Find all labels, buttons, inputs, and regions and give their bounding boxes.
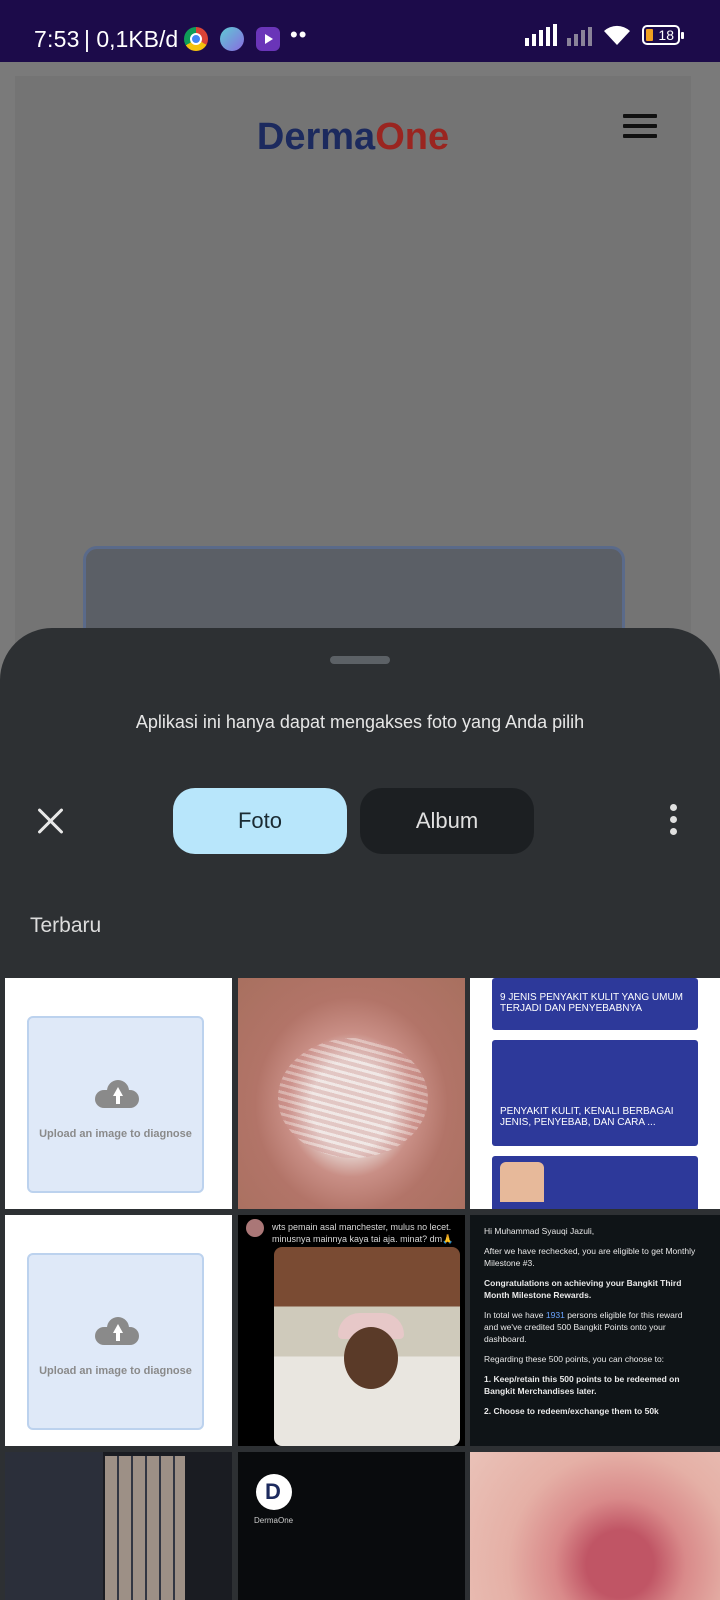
upload-text: Upload an image to diagnose	[39, 1128, 192, 1140]
status-bar: 7:53 | 0,1KB/d •• 18	[0, 0, 720, 62]
dermaone-app-icon	[256, 1474, 292, 1510]
photo-thumbnail[interactable]: wts pemain asal manchester, mulus no lec…	[238, 1215, 465, 1446]
email-screenshot: Hi Muhammad Syauqi Jazuli, After we have…	[484, 1225, 696, 1425]
signal-off-icon	[567, 24, 592, 46]
overflow-dots: ••	[290, 22, 308, 47]
hands-image	[500, 1162, 544, 1202]
logo-part-one: One	[375, 116, 450, 158]
article-card	[492, 1156, 698, 1209]
tweet-photo	[274, 1247, 460, 1446]
battery-level: 18	[658, 27, 674, 43]
webpage-background: DermaOne	[15, 76, 691, 752]
signal-icon	[525, 24, 557, 46]
tweet-text: wts pemain asal manchester, mulus no lec…	[272, 1222, 454, 1244]
email-line: In total we have 1931 persons eligible f…	[484, 1310, 683, 1344]
more-options-icon[interactable]	[666, 804, 680, 838]
close-icon[interactable]	[36, 806, 66, 836]
media-icon	[256, 27, 280, 51]
photo-thumbnail[interactable]: Upload an image to diagnose	[5, 978, 232, 1209]
email-greeting: Hi Muhammad Syauqi Jazuli,	[484, 1226, 595, 1236]
tab-album[interactable]: Album	[360, 788, 534, 854]
section-label-recent: Terbaru	[30, 914, 102, 937]
tab-foto[interactable]: Foto	[173, 788, 347, 854]
chrome-icon	[184, 27, 208, 51]
photo-thumbnail[interactable]	[238, 978, 465, 1209]
upload-placeholder: Upload an image to diagnose	[27, 1253, 204, 1430]
email-option: 1. Keep/retain this 500 points to be red…	[484, 1374, 680, 1396]
battery-icon: 18	[642, 25, 684, 45]
menu-icon[interactable]	[623, 114, 657, 144]
upload-placeholder: Upload an image to diagnose	[27, 1016, 204, 1193]
status-right: 18	[525, 24, 684, 46]
photo-thumbnail[interactable]: 9 JENIS PENYAKIT KULIT YANG UMUM TERJADI…	[470, 978, 720, 1209]
email-option: 2. Choose to redeem/exchange them to 50k	[484, 1406, 659, 1416]
app-label: DermaOne	[254, 1516, 294, 1525]
avatar	[246, 1219, 264, 1237]
upload-cloud-icon	[95, 1317, 139, 1345]
email-line: Congratulations on achieving your Bangki…	[484, 1278, 682, 1300]
dermaone-logo[interactable]: DermaOne	[15, 116, 691, 159]
article-card: PENYAKIT KULIT, KENALI BERBAGAI JENIS, P…	[492, 1040, 698, 1146]
network-speed: | 0,1KB/d	[84, 26, 179, 52]
notification-icons	[184, 27, 280, 51]
app-icon	[220, 27, 244, 51]
wifi-icon	[604, 25, 630, 45]
article-card: 9 JENIS PENYAKIT KULIT YANG UMUM TERJADI…	[492, 978, 698, 1030]
photo-thumbnail[interactable]: DermaOne	[238, 1452, 465, 1600]
photo-thumbnail[interactable]	[470, 1452, 720, 1600]
logo-part-derma: Derma	[256, 116, 376, 158]
upload-cloud-icon	[95, 1080, 139, 1108]
photo-thumbnail[interactable]: Hi Muhammad Syauqi Jazuli, After we have…	[470, 1215, 720, 1446]
access-message: Aplikasi ini hanya dapat mengakses foto …	[135, 712, 585, 732]
email-line: After we have rechecked, you are eligibl…	[484, 1246, 696, 1268]
photo-picker-sheet: Aplikasi ini hanya dapat mengakses foto …	[0, 628, 720, 1600]
photo-thumbnail[interactable]	[5, 1452, 232, 1600]
status-time: 7:53	[34, 26, 80, 52]
drag-handle[interactable]	[330, 656, 390, 664]
photo-thumbnail[interactable]: Upload an image to diagnose	[5, 1215, 232, 1446]
email-line: Regarding these 500 points, you can choo…	[484, 1354, 665, 1364]
upload-text: Upload an image to diagnose	[39, 1365, 192, 1377]
